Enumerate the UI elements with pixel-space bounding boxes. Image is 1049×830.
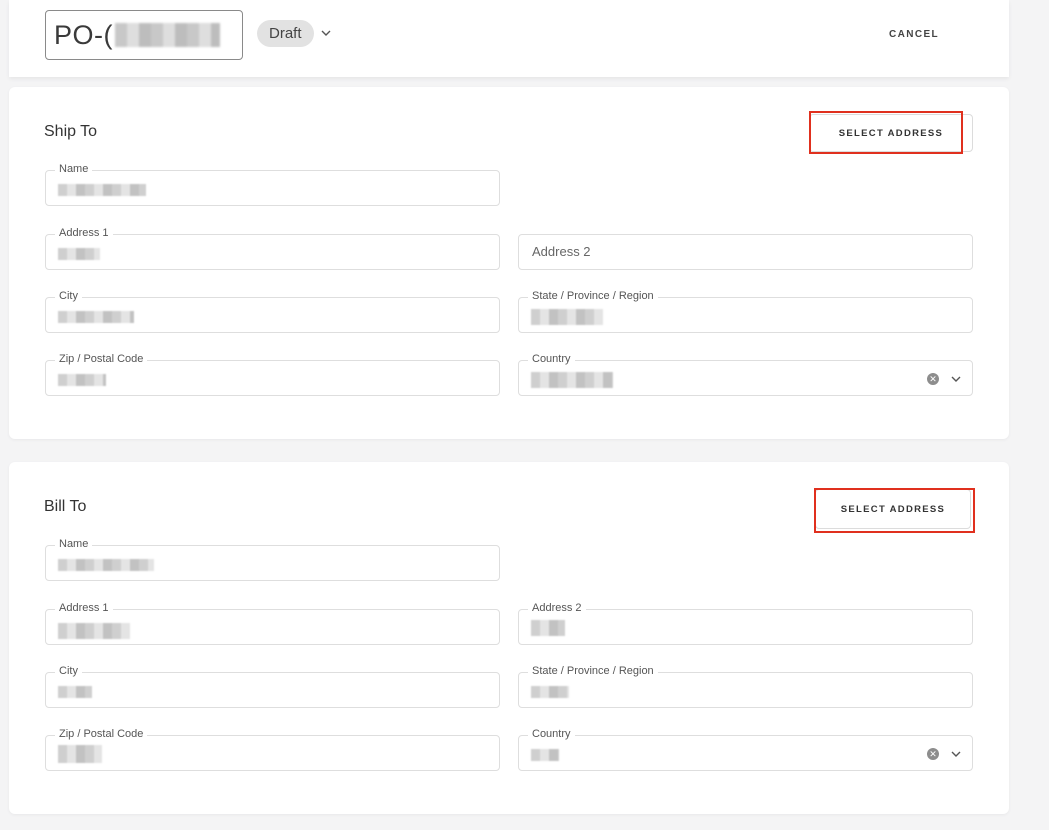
- field-label: Address 2: [528, 601, 586, 615]
- bill-to-country-select[interactable]: Country ✕: [518, 727, 973, 771]
- redacted-value: [58, 311, 134, 323]
- ship-to-name-field[interactable]: Name: [45, 162, 500, 206]
- redacted-value: [531, 749, 559, 761]
- chevron-down-icon[interactable]: [949, 372, 963, 386]
- field-label: Zip / Postal Code: [55, 727, 148, 741]
- redacted-value: [531, 309, 603, 325]
- redacted-value: [58, 745, 102, 763]
- bill-to-select-address-button[interactable]: SELECT ADDRESS: [815, 489, 971, 529]
- ship-to-city-field[interactable]: City: [45, 289, 500, 333]
- redacted-value: [531, 620, 565, 636]
- redacted-value: [58, 559, 154, 571]
- field-label: Address 1: [55, 226, 113, 240]
- bill-to-address2-field[interactable]: Address 2: [518, 601, 973, 645]
- redacted-value: [531, 372, 613, 388]
- status-badge[interactable]: Draft: [257, 20, 314, 47]
- redacted-value: [58, 686, 92, 698]
- bill-to-zip-field[interactable]: Zip / Postal Code: [45, 727, 500, 771]
- bill-to-state-field[interactable]: State / Province / Region: [518, 664, 973, 708]
- redacted-value: [58, 184, 146, 196]
- field-label: Name: [55, 537, 93, 551]
- field-label: City: [55, 664, 82, 678]
- ship-to-address1-field[interactable]: Address 1: [45, 226, 500, 270]
- field-label: Address 1: [55, 601, 113, 615]
- clear-icon[interactable]: ✕: [927, 748, 939, 760]
- ship-to-card: Ship To SELECT ADDRESS Name Address 1 Ad…: [9, 87, 1009, 439]
- address2-placeholder: Address 2: [532, 244, 591, 259]
- bill-to-name-field[interactable]: Name: [45, 537, 500, 581]
- field-label: State / Province / Region: [528, 664, 658, 678]
- bill-to-address1-field[interactable]: Address 1: [45, 601, 500, 645]
- po-number-field[interactable]: PO-(: [45, 10, 243, 60]
- field-label: Country: [528, 727, 575, 741]
- field-label: Zip / Postal Code: [55, 352, 148, 366]
- redacted-value: [531, 686, 569, 698]
- field-label: State / Province / Region: [528, 289, 658, 303]
- ship-to-state-field[interactable]: State / Province / Region: [518, 289, 973, 333]
- ship-to-title: Ship To: [44, 123, 98, 140]
- page-header: PO-( Draft CANCEL: [9, 0, 1009, 77]
- po-number-redacted: [115, 23, 220, 47]
- ship-to-address2-field[interactable]: Address 2: [518, 234, 973, 270]
- cancel-button[interactable]: CANCEL: [877, 22, 951, 46]
- bill-to-city-field[interactable]: City: [45, 664, 500, 708]
- redacted-value: [58, 374, 106, 386]
- chevron-down-icon[interactable]: [319, 26, 333, 40]
- redacted-value: [58, 623, 130, 639]
- bill-to-card: Bill To SELECT ADDRESS Name Address 1 Ad…: [9, 462, 1009, 814]
- field-label: Country: [528, 352, 575, 366]
- clear-icon[interactable]: ✕: [927, 373, 939, 385]
- chevron-down-icon[interactable]: [949, 747, 963, 761]
- ship-to-zip-field[interactable]: Zip / Postal Code: [45, 352, 500, 396]
- bill-to-title: Bill To: [44, 498, 87, 515]
- field-label: Name: [55, 162, 93, 176]
- redacted-value: [58, 248, 100, 260]
- field-label: City: [55, 289, 82, 303]
- ship-to-select-address-button[interactable]: SELECT ADDRESS: [809, 114, 973, 152]
- po-number-text: PO-(: [54, 19, 113, 50]
- ship-to-country-select[interactable]: Country ✕: [518, 352, 973, 396]
